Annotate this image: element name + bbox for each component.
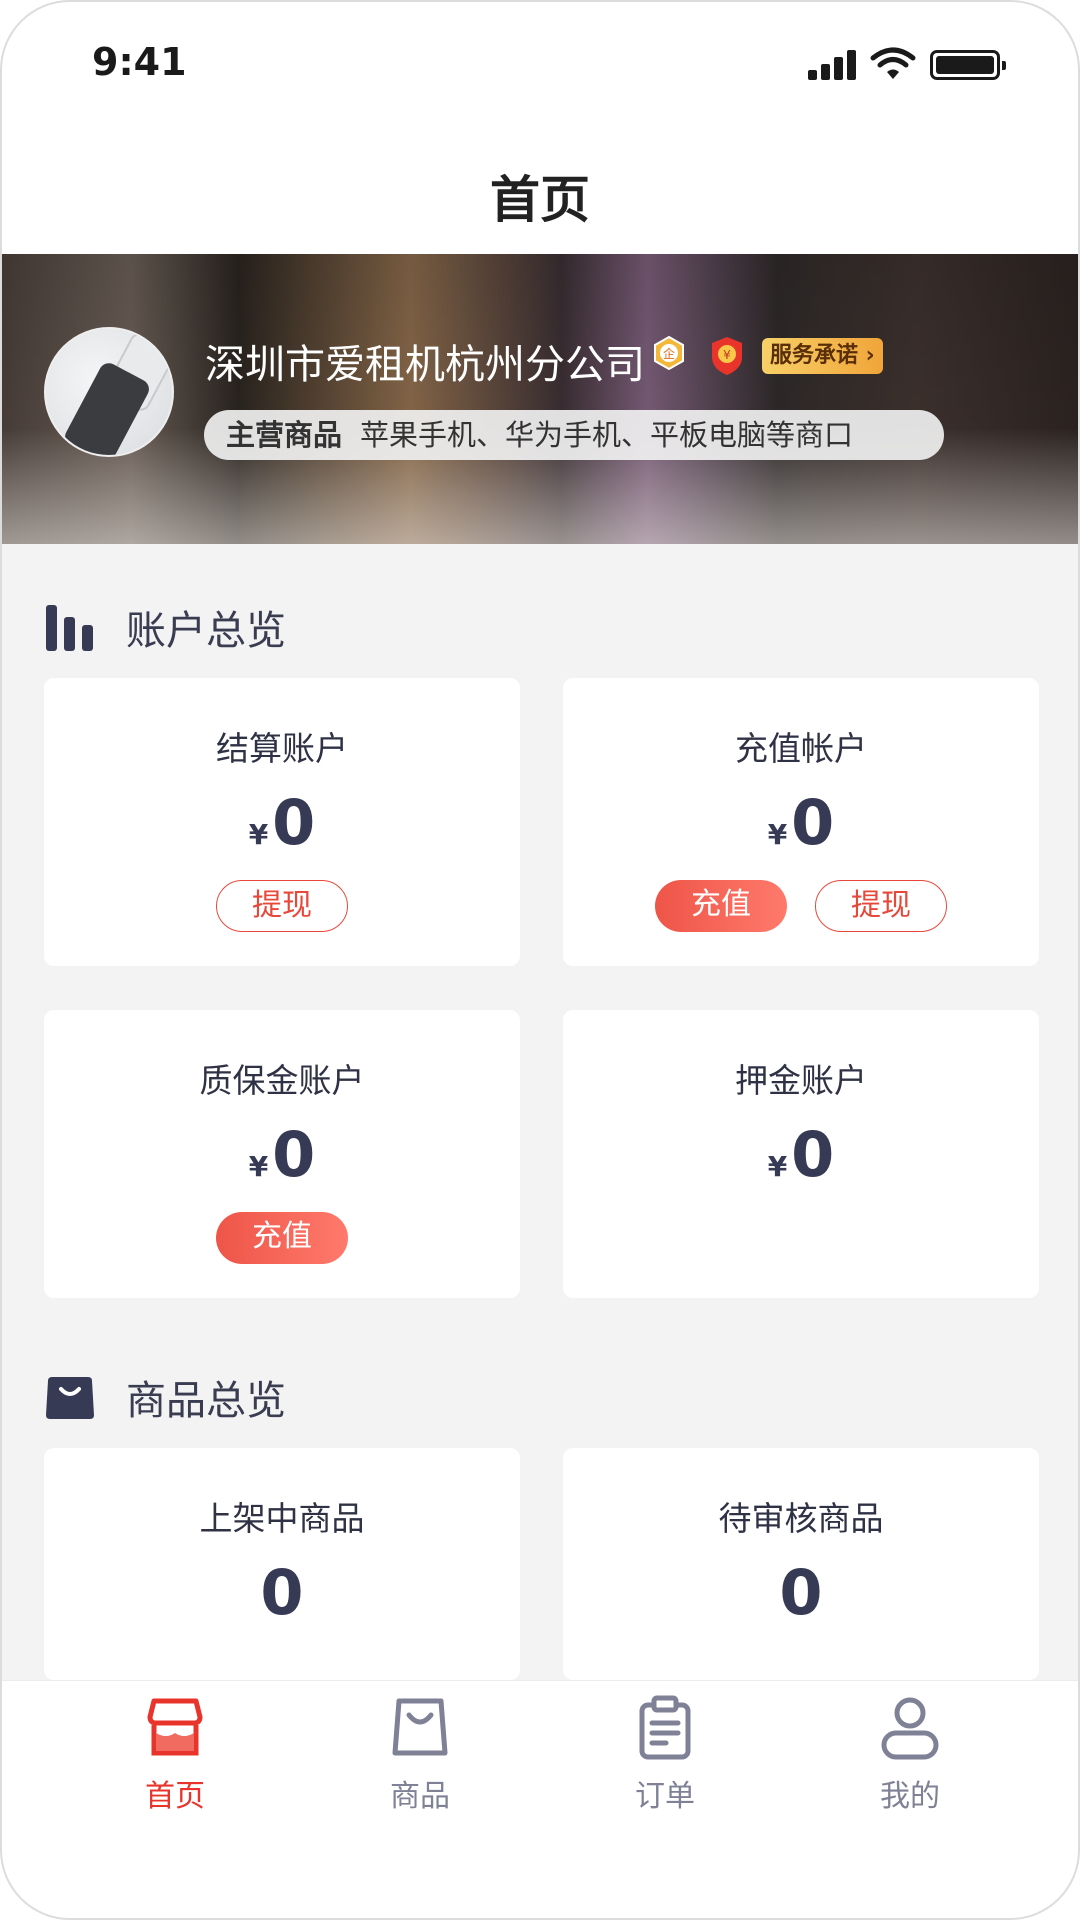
signal-icon	[808, 50, 858, 80]
page-title: 首页	[490, 171, 590, 229]
shop-name: 深圳市爱租机杭州分公司	[205, 342, 645, 388]
bar-chart-icon	[46, 605, 93, 651]
account-card-recharge: 充值帐户 ¥0 充值 提现	[563, 678, 1039, 966]
goods-card-pending[interactable]: 待审核商品 0	[563, 1448, 1039, 1680]
account-card-label: 充值帐户	[735, 729, 867, 768]
tab-label: 订单	[635, 1779, 695, 1814]
goods-card-count: 0	[779, 1556, 823, 1629]
account-card-amount: ¥0	[767, 1118, 835, 1191]
account-card-warranty: 质保金账户 ¥0 充值	[44, 1010, 520, 1298]
tab-orders[interactable]: 订单	[585, 1695, 745, 1815]
withdraw-button[interactable]: 提现	[815, 880, 947, 932]
recharge-button[interactable]: 充值	[655, 880, 787, 932]
account-card-amount: ¥0	[767, 786, 835, 859]
goods-card-label: 待审核商品	[718, 1499, 884, 1538]
main-goods-label: 主营商品	[226, 418, 343, 452]
guarantee-shield-icon: ¥	[712, 337, 742, 375]
goods-card-count: 0	[260, 1556, 304, 1629]
goods-card-listed[interactable]: 上架中商品 0	[44, 1448, 520, 1680]
chevron-right-icon: ›	[858, 343, 875, 368]
tab-label: 首页	[145, 1779, 205, 1814]
header-area: 9:41 首页	[2, 2, 1078, 254]
service-promise-label: 服务承诺	[770, 343, 859, 368]
goods-card-label: 上架中商品	[199, 1499, 365, 1538]
account-card-label: 结算账户	[216, 729, 348, 768]
tab-mine[interactable]: 我的	[830, 1695, 990, 1815]
bag-icon	[392, 1698, 448, 1756]
wifi-icon	[870, 47, 916, 79]
main-goods-pill: 主营商品 苹果手机、华为手机、平板电脑等商口	[204, 410, 944, 460]
main-goods-value: 苹果手机、华为手机、平板电脑等商口	[360, 418, 854, 452]
recharge-button[interactable]: 充值	[216, 1212, 348, 1264]
clipboard-icon	[639, 1695, 691, 1760]
bottom-tab-bar: 首页 商品 订单 我的	[2, 1680, 1078, 1918]
shop-icon	[147, 1698, 203, 1756]
phone-frame: 9:41 首页 深圳市爱租机杭州分公司 企 ¥ 服务承诺 › 主营商品 苹果手机、…	[0, 0, 1080, 1920]
account-card-amount: ¥0	[248, 1118, 316, 1191]
tab-home[interactable]: 首页	[95, 1695, 255, 1815]
service-promise-button[interactable]: 服务承诺 ›	[762, 338, 883, 374]
tab-label: 商品	[390, 1779, 450, 1814]
tab-goods[interactable]: 商品	[340, 1695, 500, 1815]
svg-text:企: 企	[663, 346, 675, 361]
shop-avatar[interactable]	[44, 327, 174, 457]
account-card-deposit: 押金账户 ¥0	[563, 1010, 1039, 1298]
tab-label: 我的	[880, 1779, 940, 1814]
enterprise-badge-icon: 企	[654, 335, 684, 371]
battery-icon	[930, 50, 1006, 80]
withdraw-button[interactable]: 提现	[216, 880, 348, 932]
goods-overview-header: 商品总览	[44, 1368, 286, 1426]
goods-overview-title: 商品总览	[126, 1378, 286, 1424]
svg-text:¥: ¥	[723, 348, 731, 362]
bag-icon	[46, 1377, 94, 1419]
status-time: 9:41	[92, 40, 187, 84]
account-card-label: 质保金账户	[199, 1061, 365, 1100]
account-card-amount: ¥0	[248, 786, 316, 859]
account-card-label: 押金账户	[735, 1061, 867, 1100]
account-overview-header: 账户总览	[44, 598, 286, 656]
account-overview-title: 账户总览	[126, 608, 286, 654]
user-icon	[881, 1697, 939, 1760]
account-card-settlement: 结算账户 ¥0 提现	[44, 678, 520, 966]
